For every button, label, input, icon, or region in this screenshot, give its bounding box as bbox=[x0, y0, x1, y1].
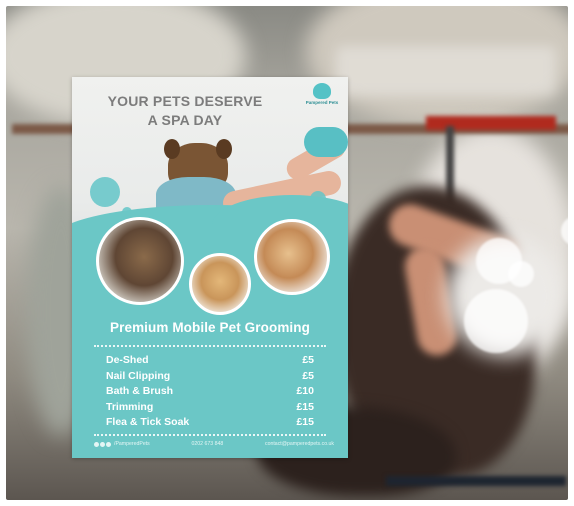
pinterest-icon bbox=[100, 441, 105, 447]
email-address: contact@pamperedpets.co.uk bbox=[265, 441, 334, 447]
facebook-icon bbox=[94, 441, 99, 447]
dog-photo-circle-3 bbox=[254, 219, 330, 295]
phone-number: 0202 673 848 bbox=[191, 441, 224, 447]
grooming-poster: YOUR PETS DESERVE A SPA DAY Pampered Pet… bbox=[72, 77, 348, 458]
dotted-divider-top bbox=[94, 345, 326, 347]
service-price: £15 bbox=[296, 416, 314, 428]
service-name: Flea & Tick Soak bbox=[106, 416, 190, 428]
poster-subtitle: Premium Mobile Pet Grooming bbox=[110, 320, 310, 335]
price-list: De-Shed £5 Nail Clipping £5 Bath & Brush… bbox=[106, 353, 314, 431]
headline-line-1: YOUR PETS DESERVE bbox=[107, 93, 263, 109]
poster-footer: /PamperedPets 0202 673 848 contact@pampe… bbox=[94, 441, 334, 447]
price-row: Nail Clipping £5 bbox=[106, 369, 314, 385]
social-handle: /PamperedPets bbox=[114, 441, 150, 447]
service-name: De-Shed bbox=[106, 354, 149, 366]
service-price: £15 bbox=[296, 400, 314, 413]
price-row: Flea & Tick Soak £15 bbox=[106, 415, 314, 431]
dog-photo-circle-1 bbox=[96, 217, 184, 305]
service-name: Nail Clipping bbox=[106, 369, 171, 382]
social-links: /PamperedPets bbox=[94, 441, 150, 447]
poster-headline: YOUR PETS DESERVE A SPA DAY bbox=[72, 92, 298, 130]
service-price: £5 bbox=[302, 369, 314, 382]
dog-face-icon bbox=[313, 83, 331, 99]
logo-text: Pampered Pets bbox=[305, 100, 339, 105]
brand-logo: Pampered Pets bbox=[304, 83, 340, 105]
price-row: Trimming £15 bbox=[106, 400, 314, 416]
service-name: Bath & Brush bbox=[106, 385, 174, 397]
service-price: £5 bbox=[302, 354, 314, 366]
dog-photo-circle-2 bbox=[189, 253, 251, 315]
price-row: De-Shed £5 bbox=[106, 353, 314, 369]
glove-image bbox=[304, 127, 348, 157]
service-name: Trimming bbox=[106, 400, 154, 413]
service-price: £10 bbox=[296, 385, 314, 397]
headline-line-2: A SPA DAY bbox=[147, 112, 223, 128]
price-row: Bath & Brush £10 bbox=[106, 384, 314, 400]
dotted-divider-bottom bbox=[94, 434, 326, 436]
twitter-icon bbox=[106, 441, 111, 447]
